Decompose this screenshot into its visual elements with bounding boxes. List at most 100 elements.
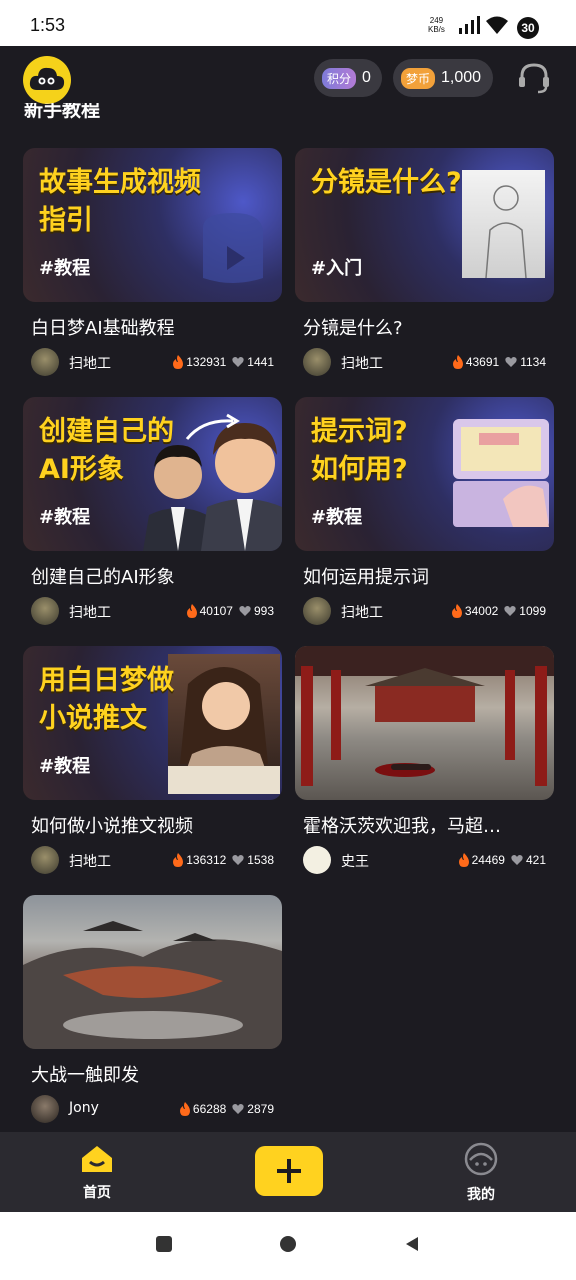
author-name: 扫地工 — [341, 605, 383, 621]
like-count: 993 — [253, 604, 274, 618]
avatar[interactable] — [31, 1095, 59, 1123]
thumbnail-tag: #入门 — [311, 258, 363, 279]
fire-icon — [179, 1102, 190, 1116]
signal-icon — [459, 16, 480, 34]
view-count: 40107 — [199, 604, 233, 618]
thumbnail-title: 故事生成视频 指引 — [39, 167, 201, 236]
status-bar: 1:53 249 KB/s 30 — [0, 0, 576, 46]
avatar[interactable] — [31, 597, 59, 625]
author-name: Jony — [69, 1100, 99, 1116]
author-name: 扫地工 — [69, 854, 111, 870]
coins-balance[interactable]: 梦币 1,000 — [393, 59, 493, 97]
cloud-logo-icon — [29, 67, 65, 90]
card-stats: 132931 1441 — [172, 355, 274, 369]
battlefield-scene-image — [23, 921, 282, 1049]
like-count: 1441 — [247, 355, 274, 369]
card-thumbnail[interactable]: 创建自己的 AI形象 #教程 — [23, 397, 282, 551]
card-title: 如何运用提示词 — [303, 567, 429, 588]
palace-courtyard-image — [295, 646, 554, 786]
network-speed: 249 KB/s — [428, 16, 445, 34]
nav-home-label: 首页 — [83, 1185, 111, 1201]
card-title: 创建自己的AI形象 — [31, 567, 175, 588]
like-count: 1099 — [519, 604, 546, 618]
author-name: 扫地工 — [69, 605, 111, 621]
points-value: 0 — [362, 69, 371, 86]
card-thumbnail[interactable]: 用白日梦做 小说推文 #教程 — [23, 646, 282, 800]
heart-icon — [232, 855, 244, 865]
thumbnail-title: 用白日梦做 小说推文 — [39, 665, 174, 734]
thumbnail-tag: #教程 — [39, 507, 91, 528]
fire-icon — [173, 355, 184, 369]
like-count: 2879 — [247, 1102, 274, 1116]
thumbnail-title: 分镜是什么? — [311, 167, 462, 198]
heart-icon — [239, 606, 251, 616]
card-thumbnail[interactable]: 提示词? 如何用? #教程 — [295, 397, 554, 551]
sketch-figure-image — [462, 170, 545, 279]
avatar[interactable] — [303, 597, 331, 625]
anime-girl-image — [168, 654, 280, 794]
card-thumbnail[interactable] — [23, 895, 282, 1049]
card-stats: 136312 1538 — [172, 853, 274, 867]
like-count: 421 — [525, 853, 546, 867]
app-logo[interactable] — [23, 56, 71, 104]
wifi-icon — [486, 16, 508, 34]
points-balance[interactable]: 积分 0 — [314, 59, 382, 97]
like-count: 1134 — [520, 355, 546, 369]
like-count: 1538 — [247, 853, 274, 867]
arrow-icon — [185, 413, 240, 440]
plus-icon — [277, 1159, 301, 1183]
card-title: 如何做小说推文视频 — [31, 816, 193, 837]
home-icon — [82, 1146, 112, 1172]
heart-icon — [232, 1104, 244, 1114]
nav-me[interactable]: 我的 — [456, 1142, 506, 1204]
card-thumbnail[interactable]: 故事生成视频 指引 #教程 — [23, 148, 282, 302]
thumbnail-title: 提示词? 如何用? — [311, 416, 408, 485]
card-stats: 66288 2879 — [179, 1102, 274, 1116]
view-count: 34002 — [464, 604, 499, 618]
heart-icon — [505, 357, 517, 367]
avatar[interactable] — [31, 348, 59, 376]
thumbnail-tag: #教程 — [39, 258, 91, 279]
view-count: 132931 — [186, 355, 227, 369]
avatar[interactable] — [31, 846, 59, 874]
card-thumbnail[interactable] — [295, 646, 554, 800]
view-count: 43691 — [465, 355, 500, 369]
create-button[interactable] — [255, 1146, 323, 1196]
heart-icon — [504, 606, 516, 616]
back-icon[interactable] — [404, 1236, 420, 1252]
fire-icon — [173, 853, 184, 867]
avatar[interactable] — [303, 846, 331, 874]
thumbnail-title: 创建自己的 AI形象 — [39, 416, 174, 485]
home-button[interactable] — [280, 1236, 296, 1252]
coins-label: 梦币 — [401, 67, 436, 89]
card-title: 大战一触即发 — [31, 1065, 139, 1086]
fire-icon — [186, 604, 197, 618]
headset-icon[interactable] — [516, 60, 552, 96]
card-title: 霍格沃茨欢迎我，马超… — [303, 816, 501, 837]
bottom-nav: 首页 我的 — [0, 1132, 576, 1212]
view-count: 24469 — [471, 853, 505, 867]
recents-button[interactable] — [156, 1236, 172, 1252]
author-name: 扫地工 — [341, 356, 383, 372]
author-name: 扫地工 — [69, 356, 111, 372]
fire-icon — [451, 604, 462, 618]
card-stats: 43691 1134 — [452, 355, 546, 369]
nav-home[interactable]: 首页 — [72, 1144, 122, 1202]
section-title: 新手教程 — [24, 103, 101, 121]
card-thumbnail[interactable]: 分镜是什么? #入门 — [295, 148, 554, 302]
card-stats: 24469 421 — [458, 853, 546, 867]
fire-icon — [452, 355, 463, 369]
thumbnail-tag: #教程 — [311, 507, 363, 528]
battery-indicator: 30 — [517, 17, 539, 39]
profile-icon — [464, 1142, 498, 1176]
view-count: 66288 — [192, 1102, 227, 1116]
nav-me-label: 我的 — [467, 1187, 495, 1203]
laptop-image — [453, 419, 549, 527]
heart-icon — [232, 357, 244, 367]
avatar[interactable] — [303, 348, 331, 376]
card-title: 白日梦AI基础教程 — [31, 318, 175, 339]
play-icon — [203, 213, 263, 283]
card-stats: 40107 993 — [186, 604, 274, 618]
author-name: 史王 — [341, 854, 369, 870]
points-label: 积分 — [322, 67, 357, 89]
